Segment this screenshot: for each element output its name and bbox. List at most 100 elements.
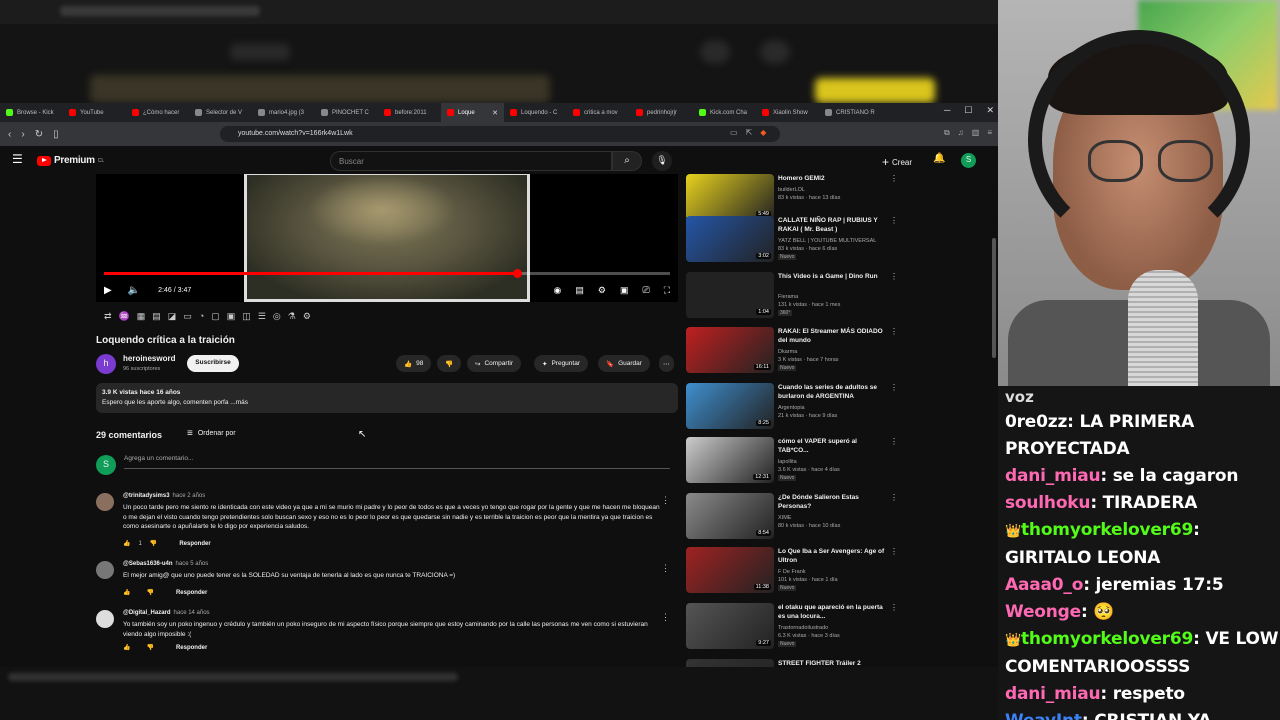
extensions-icon[interactable]: ⧉	[944, 128, 950, 138]
browser-tab[interactable]: critica a mov	[567, 103, 630, 122]
video-menu-icon[interactable]: ⋮	[890, 437, 898, 446]
related-video[interactable]: 12:31 cómo el VAPER superó al TAB*CO... la…	[686, 437, 900, 483]
youtube-logo[interactable]: Premium CL	[37, 155, 104, 166]
bars-icon[interactable]: ☰	[258, 311, 266, 322]
video-menu-icon[interactable]: ⋮	[890, 493, 898, 502]
video-channel[interactable]: Trastornadoilustrado	[778, 624, 828, 632]
video-title[interactable]: Cuando las series de adultos se burlaron…	[778, 383, 886, 401]
hamburger-menu-icon[interactable]: ☰	[12, 152, 23, 166]
video-thumbnail[interactable]: 12:31	[686, 437, 774, 483]
browser-tab[interactable]: pedrinhojrjr	[630, 103, 693, 122]
comment-avatar[interactable]	[96, 493, 114, 511]
close-window-icon[interactable]: ✕	[986, 105, 994, 116]
video-player[interactable]: ▶ 🔈 2:46 / 3:47 ◉ ▤ ⚙ ▣ ⎚ ⛶	[96, 174, 678, 302]
related-video[interactable]: 16:11 RAKAI: El Streamer MÁS ODIADO del m…	[686, 327, 900, 373]
browser-tab[interactable]: CRISTIANO R	[819, 103, 882, 122]
cast-icon[interactable]: ▭	[730, 128, 738, 137]
more-actions-button[interactable]: ⋯	[659, 355, 674, 372]
video-thumbnail[interactable]: 8:54	[686, 493, 774, 539]
browser-tab[interactable]: Xiaolin Show	[756, 103, 819, 122]
scrollbar[interactable]	[992, 238, 996, 358]
flask-icon[interactable]: ⚗	[288, 311, 296, 322]
chat-username[interactable]: dani_miau	[1005, 466, 1101, 486]
video-menu-icon[interactable]: ⋮	[890, 174, 898, 183]
video-channel[interactable]: Dkarma	[778, 348, 797, 356]
minimize-icon[interactable]: ─	[944, 105, 950, 116]
video-title[interactable]: Lo Que Iba a Ser Avengers: Age of Ultron	[778, 547, 886, 565]
forward-icon[interactable]: ›	[21, 129, 24, 140]
browser-tab[interactable]: Loque ✕	[441, 103, 504, 122]
progress-bar[interactable]	[104, 269, 670, 278]
search-icon[interactable]: ⌕	[612, 151, 642, 171]
video-channel[interactable]: builderLOL	[778, 186, 805, 194]
video-title[interactable]: This Video is a Game | Dino Run	[778, 272, 886, 281]
video-channel[interactable]: YATZ BELL | YOUTUBE MULTIVERSAL	[778, 237, 876, 245]
thumbs-down-icon[interactable]: 👎	[146, 589, 153, 596]
browser-tab[interactable]: Kick.com Cha	[693, 103, 756, 122]
video-channel[interactable]: Fierama	[778, 293, 798, 301]
video-title[interactable]: STREET FIGHTER Tráiler 2	[778, 659, 886, 667]
video-thumbnail[interactable]: 16:11	[686, 327, 774, 373]
browser-tab[interactable]: ¿Cómo hacer	[126, 103, 189, 122]
volume-icon[interactable]: 🔈	[128, 285, 140, 296]
related-video[interactable]: 9:27 el otaku que apareció en la puerta e…	[686, 603, 900, 649]
related-video[interactable]: STREET FIGHTER Tráiler 2	[686, 659, 900, 667]
related-video[interactable]: 5:49 Homero GEMI2 builderLOL 83 k vistas · …	[686, 174, 900, 220]
settings-gear-icon[interactable]: ⚙	[598, 285, 606, 296]
comment-avatar[interactable]	[96, 610, 114, 628]
browser-tab[interactable]: Selector de V	[189, 103, 252, 122]
chat-username[interactable]: dani_miau	[1005, 684, 1101, 704]
video-channel[interactable]: F De Frank	[778, 568, 806, 576]
sort-button[interactable]: ≡ Ordenar por	[187, 428, 236, 439]
related-video[interactable]: 3:02 CALLATE NIÑO RAP | RUBIUS Y RAKAI ( …	[686, 216, 900, 262]
comment-menu-icon[interactable]: ⋮	[661, 563, 670, 574]
description-box[interactable]: 3.9 K vistas hace 16 años Espero que les…	[96, 383, 678, 413]
cast-tv-icon[interactable]: ⎚	[642, 285, 649, 296]
chat-username[interactable]: Aaaa0_o	[1005, 575, 1083, 595]
create-button[interactable]: + Crear	[882, 155, 912, 169]
video-thumbnail[interactable]: 1:04	[686, 272, 774, 318]
video-menu-icon[interactable]: ⋮	[890, 216, 898, 225]
comment-menu-icon[interactable]: ⋮	[661, 495, 670, 506]
related-video[interactable]: 8:54 ¿De Dónde Salieron Estas Personas? XI…	[686, 493, 900, 539]
resize-icon[interactable]: ▣	[227, 311, 236, 322]
autoplay-toggle[interactable]: ◉	[554, 285, 562, 296]
video-menu-icon[interactable]: ⋮	[890, 272, 898, 281]
microphone-icon[interactable]: 🎙	[652, 151, 672, 171]
reply-button[interactable]: Responder	[176, 590, 207, 596]
video-menu-icon[interactable]: ⋮	[890, 547, 898, 556]
video-thumbnail[interactable]	[686, 659, 774, 667]
video-thumbnail[interactable]: 11:38	[686, 547, 774, 593]
comment-avatar[interactable]	[96, 561, 114, 579]
screenshot-icon[interactable]: ◎	[273, 311, 281, 322]
search-input[interactable]: Buscar	[330, 151, 612, 171]
channel-avatar[interactable]: h	[96, 354, 116, 374]
video-thumbnail[interactable]: 9:27	[686, 603, 774, 649]
subtitles-icon[interactable]: ▤	[575, 285, 584, 296]
speed-icon[interactable]: ◔	[199, 311, 204, 322]
close-tab-icon[interactable]: ✕	[492, 109, 498, 117]
browser-tab[interactable]: mario4.jpg (3	[252, 103, 315, 122]
media-icon[interactable]: ♫	[958, 128, 964, 138]
reply-button[interactable]: Responder	[179, 541, 210, 547]
video-channel[interactable]: lapollita	[778, 458, 797, 466]
account-avatar[interactable]: S	[961, 153, 976, 168]
thumbs-up-icon[interactable]: 👍	[123, 644, 130, 651]
chat-username[interactable]: 0re0zz	[1005, 412, 1067, 432]
related-video[interactable]: 1:04 This Video is a Game | Dino Run Fiera…	[686, 272, 900, 318]
aspect-icon[interactable]: ◪	[168, 311, 177, 322]
video-menu-icon[interactable]: ⋮	[890, 383, 898, 392]
add-comment-input[interactable]: Agrega un comentario...	[124, 455, 670, 469]
video-channel[interactable]: Argentopia	[778, 404, 805, 412]
sidebar-toggle-icon[interactable]: ▯	[53, 129, 59, 140]
gear-icon[interactable]: ⚙	[303, 311, 311, 322]
play-icon[interactable]: ▶	[104, 285, 112, 296]
video-channel[interactable]: XIME	[778, 514, 791, 522]
pip-icon[interactable]: ▦	[137, 311, 146, 322]
browser-tab[interactable]: Loquendo - C	[504, 103, 567, 122]
chat-username[interactable]: thomyorkelover69	[1021, 629, 1193, 649]
url-field[interactable]: youtube.com/watch?v=166rk4w1Lwk	[220, 126, 780, 142]
wallet-icon[interactable]: ▥	[972, 128, 980, 138]
back-icon[interactable]: ‹	[8, 129, 11, 140]
theater-icon[interactable]: ▭	[183, 311, 192, 322]
